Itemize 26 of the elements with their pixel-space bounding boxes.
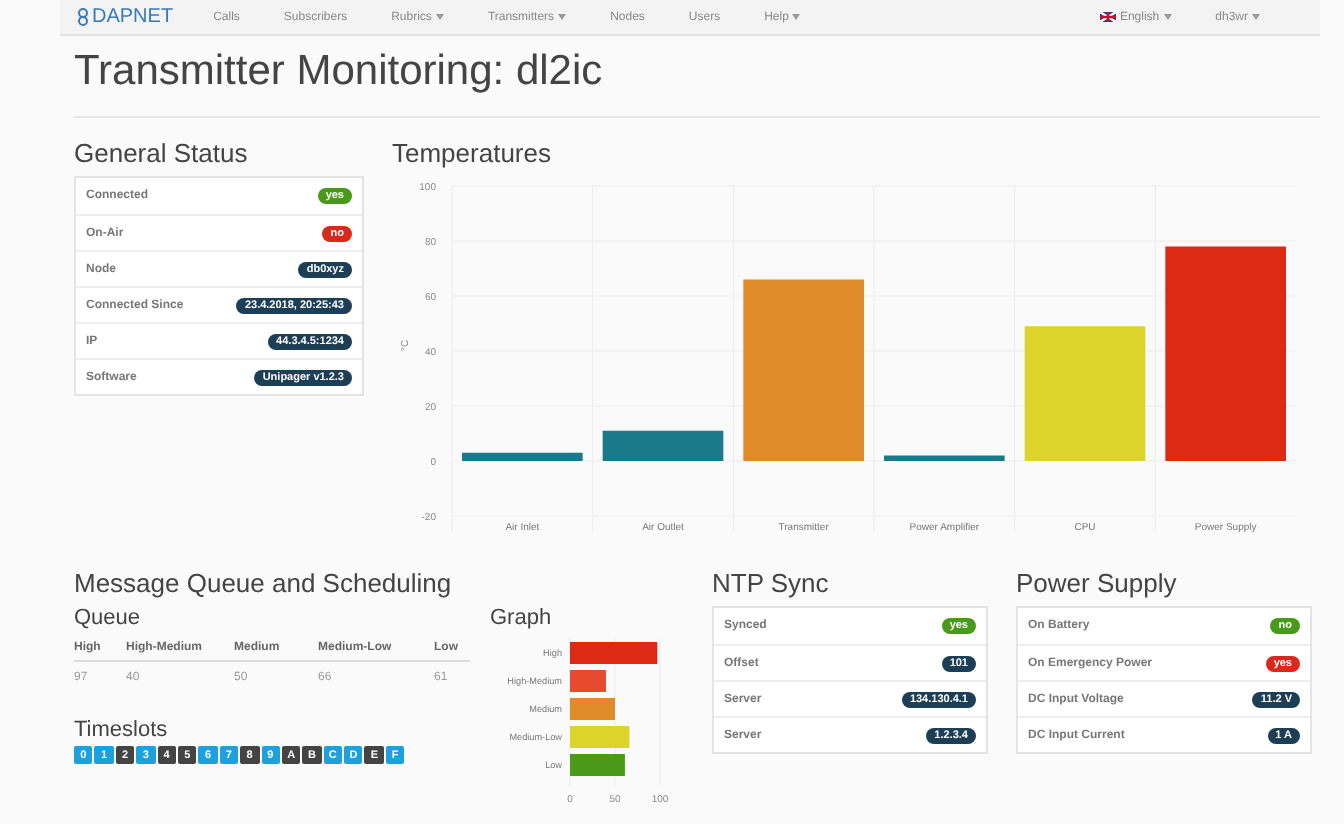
caret-icon — [435, 14, 444, 20]
section-title: General Status — [74, 138, 250, 168]
chart-bar — [570, 642, 658, 664]
chart-bar — [570, 698, 615, 720]
section-title: Power Supply — [1016, 568, 1179, 598]
chart-bar — [570, 726, 630, 748]
caret-icon — [1252, 14, 1260, 20]
logo-icon — [76, 8, 90, 26]
page-title: Transmitter Monitoring: dl2ic — [74, 48, 1320, 118]
caret-icon — [558, 14, 567, 20]
subsection-title: Graph — [490, 606, 554, 630]
section-title: Temperatures — [392, 138, 553, 168]
chart-bar — [462, 452, 583, 461]
subsection-title: Queue — [74, 606, 143, 630]
flag-icon — [1099, 12, 1116, 22]
caret-icon — [792, 14, 801, 20]
section-title: NTP Sync — [712, 568, 831, 598]
chart-bar — [602, 430, 724, 461]
brand-link[interactable]: DAPNET — [76, 6, 174, 28]
chart-bar — [1024, 326, 1146, 461]
subsection-title: Timeslots — [74, 718, 170, 742]
chart-bar — [884, 455, 1005, 461]
caret-icon — [1163, 14, 1172, 20]
section-title: Message Queue and Scheduling — [74, 568, 454, 598]
chart-bar — [570, 754, 625, 776]
chart-bar — [570, 670, 606, 692]
